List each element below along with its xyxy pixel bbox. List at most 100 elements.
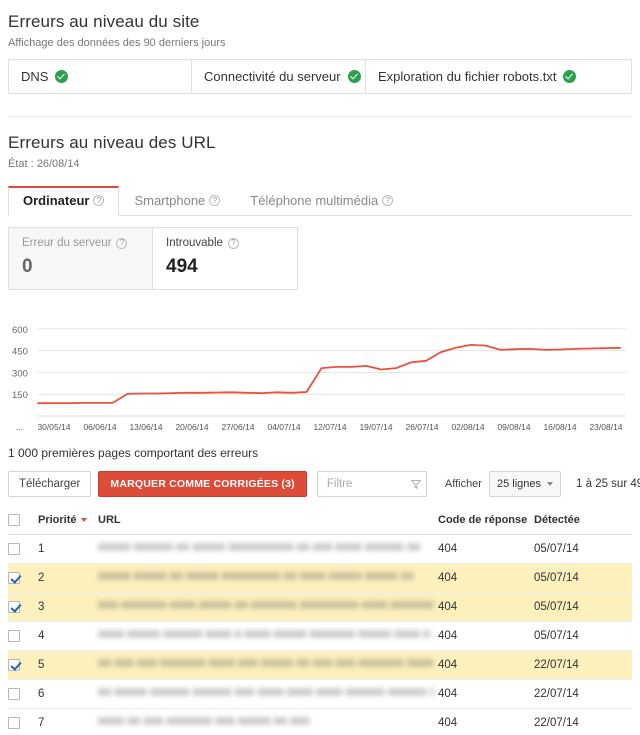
row-detected-date: 22/07/14 (534, 709, 632, 735)
row-detected-date: 22/07/14 (534, 680, 632, 709)
svg-text:450: 450 (12, 347, 28, 358)
svg-text:27/06/14: 27/06/14 (221, 422, 254, 432)
row-response-code: 404 (438, 535, 534, 564)
rows-per-page-select[interactable]: 25 lignes (489, 471, 561, 497)
row-url-text-redacted: aaa aaaaaaa aaaa aaaaa aa aaaaaaa aaaaaa… (98, 599, 434, 611)
svg-text:16/08/14: 16/08/14 (543, 422, 576, 432)
svg-text:13/06/14: 13/06/14 (129, 422, 162, 432)
svg-text:26/07/14: 26/07/14 (405, 422, 438, 432)
errors-trend-chart[interactable]: 150300450600...30/05/1406/06/1413/06/142… (8, 304, 632, 434)
device-tabs: Ordinateur ? Smartphone ? Téléphone mult… (8, 186, 632, 216)
question-mark-icon[interactable]: ? (228, 238, 239, 249)
funnel-icon[interactable] (411, 478, 421, 491)
row-checkbox[interactable] (8, 717, 20, 729)
row-select-cell (8, 651, 38, 680)
row-url-text-redacted: aaaaa aaaaa aa aaaaa aaaaaaaaa aa aaaa a… (98, 570, 413, 582)
row-response-code: 404 (438, 564, 534, 593)
column-header-response-code[interactable]: Code de réponse (438, 507, 534, 535)
row-url-text-redacted: aaaa aa aaa aaaaaaa aaa aaaaa aa aaa (98, 715, 309, 727)
filter-input[interactable] (325, 477, 411, 491)
row-checkbox[interactable] (8, 543, 20, 555)
svg-text:20/06/14: 20/06/14 (175, 422, 208, 432)
row-response-code: 404 (438, 622, 534, 651)
row-url[interactable]: aa aaaaa aaaaaa aaaaaa aaa aaaa aaaa aaa… (98, 680, 438, 709)
tab-telephone-multimedia[interactable]: Téléphone multimédia ? (235, 186, 408, 216)
site-error-robots-txt-label: Exploration du fichier robots.txt (378, 69, 556, 84)
row-url[interactable]: aaaa aaaaa aaaaaa aaaa a aaaa aaaaa aaaa… (98, 622, 438, 651)
kpi-introuvable[interactable]: Introuvable ? 494 (153, 227, 298, 290)
afficher-label: Afficher (445, 478, 482, 490)
site-errors-subtitle: Affichage des données des 90 derniers jo… (8, 37, 632, 49)
site-error-robots-txt[interactable]: Exploration du fichier robots.txt (366, 60, 588, 93)
row-url[interactable]: aaaaa aaaaaa aa aaaaa aaaaaaaaaa aa aaa … (98, 535, 438, 564)
row-checkbox[interactable] (8, 630, 20, 642)
row-url-text-redacted: aaaa aaaaa aaaaaa aaaa a aaaa aaaaa aaaa… (98, 628, 434, 640)
tab-ordinateur[interactable]: Ordinateur ? (8, 186, 119, 216)
column-header-detected[interactable]: Détectée (534, 507, 632, 535)
errors-trend-chart-svg: 150300450600...30/05/1406/06/1413/06/142… (8, 304, 632, 434)
tab-smartphone-label: Smartphone (134, 193, 205, 208)
kpi-erreur-du-serveur[interactable]: Erreur du serveur ? 0 (8, 227, 153, 290)
site-error-dns[interactable]: DNS (9, 60, 192, 93)
pagination-range: 1 à 25 sur 494 (576, 478, 640, 490)
table-row[interactable]: 2aaaaa aaaaa aa aaaaa aaaaaaaaa aa aaaa … (8, 564, 632, 593)
row-select-cell (8, 593, 38, 622)
check-circle-green-icon (348, 70, 361, 83)
errors-table-toolbar: Télécharger MARQUER COMME CORRIGÉES (3) … (8, 471, 632, 497)
kpi-introuvable-value: 494 (166, 256, 284, 278)
chevron-down-icon (547, 482, 553, 486)
svg-text:04/07/14: 04/07/14 (267, 422, 300, 432)
column-header-priority[interactable]: Priorité (38, 507, 98, 535)
svg-text:19/07/14: 19/07/14 (359, 422, 392, 432)
row-url-text-redacted: aaaaa aaaaaa aa aaaaa aaaaaaaaaa aa aaa … (98, 541, 420, 553)
row-checkbox[interactable] (8, 572, 20, 584)
row-select-cell (8, 622, 38, 651)
url-errors-subtitle: État : 26/08/14 (8, 158, 632, 170)
select-all-checkbox[interactable] (8, 514, 20, 526)
filter-field[interactable] (317, 471, 427, 497)
row-detected-date: 05/07/14 (534, 622, 632, 651)
table-row[interactable]: 1aaaaa aaaaaa aa aaaaa aaaaaaaaaa aa aaa… (8, 535, 632, 564)
question-mark-icon[interactable]: ? (93, 195, 104, 206)
table-row[interactable]: 7aaaa aa aaa aaaaaaa aaa aaaaa aa aaa404… (8, 709, 632, 735)
errors-table-body: 1aaaaa aaaaaa aa aaaaa aaaaaaaaaa aa aaa… (8, 535, 632, 735)
errors-table-section: 1 000 premières pages comportant des err… (8, 446, 632, 735)
tab-smartphone[interactable]: Smartphone ? (119, 186, 235, 216)
select-all-header (8, 507, 38, 535)
errors-table: Priorité URL Code de réponse Détectée 1a… (8, 507, 632, 735)
row-checkbox[interactable] (8, 659, 20, 671)
row-url[interactable]: aaaa aa aaa aaaaaaa aaa aaaaa aa aaa (98, 709, 438, 735)
table-row[interactable]: 4aaaa aaaaa aaaaaa aaaa a aaaa aaaaa aaa… (8, 622, 632, 651)
mark-as-fixed-button[interactable]: MARQUER COMME CORRIGÉES (3) (98, 471, 307, 497)
svg-text:30/05/14: 30/05/14 (37, 422, 70, 432)
site-error-server-connectivity[interactable]: Connectivité du serveur (192, 60, 366, 93)
row-checkbox[interactable] (8, 601, 20, 613)
question-mark-icon[interactable]: ? (382, 195, 393, 206)
row-url[interactable]: aaaaa aaaaa aa aaaaa aaaaaaaaa aa aaaa a… (98, 564, 438, 593)
svg-text:300: 300 (12, 368, 28, 379)
svg-text:150: 150 (12, 390, 28, 401)
svg-text:09/08/14: 09/08/14 (497, 422, 530, 432)
table-row[interactable]: 3aaa aaaaaaa aaaa aaaaa aa aaaaaaa aaaaa… (8, 593, 632, 622)
row-url[interactable]: aa aaa aaa aaaaaaa aaaa aaa aaaaa aa aaa… (98, 651, 438, 680)
table-row[interactable]: 5aa aaa aaa aaaaaaa aaaa aaa aaaaa aa aa… (8, 651, 632, 680)
column-header-url[interactable]: URL (98, 507, 438, 535)
question-mark-icon[interactable]: ? (209, 195, 220, 206)
site-errors-title: Erreurs au niveau du site (8, 12, 632, 32)
row-checkbox[interactable] (8, 688, 20, 700)
row-response-code: 404 (438, 593, 534, 622)
row-url[interactable]: aaa aaaaaaa aaaa aaaaa aa aaaaaaa aaaaaa… (98, 593, 438, 622)
download-button[interactable]: Télécharger (8, 471, 91, 497)
row-detected-date: 05/07/14 (534, 593, 632, 622)
table-header-row: Priorité URL Code de réponse Détectée (8, 507, 632, 535)
errors-table-head: Priorité URL Code de réponse Détectée (8, 507, 632, 535)
table-row[interactable]: 6aa aaaaa aaaaaa aaaaaa aaa aaaa aaaa aa… (8, 680, 632, 709)
row-priority: 1 (38, 535, 98, 564)
url-errors-section: Erreurs au niveau des URL État : 26/08/1… (8, 117, 632, 434)
row-priority: 4 (38, 622, 98, 651)
row-detected-date: 05/07/14 (534, 535, 632, 564)
question-mark-icon[interactable]: ? (116, 238, 127, 249)
site-error-dns-label: DNS (21, 69, 48, 84)
row-detected-date: 22/07/14 (534, 651, 632, 680)
column-header-response-code-label: Code de réponse (438, 514, 527, 526)
